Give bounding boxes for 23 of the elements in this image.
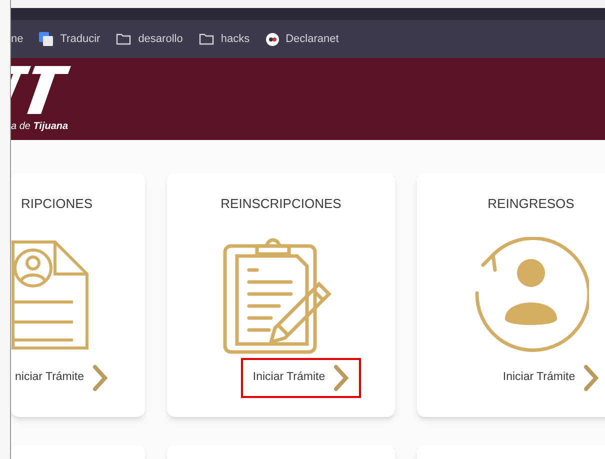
chevron-right-icon — [583, 364, 600, 392]
bookmark-link[interactable]: hacks — [220, 30, 250, 48]
bookmark-link[interactable]: ne — [11, 30, 24, 48]
start-button[interactable]: niciar Trámite — [11, 358, 120, 398]
start-button[interactable]: Iniciar Trámite — [240, 358, 362, 398]
card-title: REINSCRIPCIONES — [220, 195, 342, 213]
site-icon — [266, 32, 279, 46]
bookmark-link[interactable]: desarollo — [138, 30, 183, 48]
chevron-right-icon — [92, 364, 108, 392]
bookmark-link[interactable]: Declaranet — [286, 30, 339, 48]
start-button[interactable]: Iniciar Trámite — [490, 358, 605, 398]
refresh-person-icon — [473, 236, 589, 352]
bookmark-link[interactable]: Traducir — [60, 30, 100, 48]
card-title: REINGRESOS — [488, 195, 574, 213]
address-bar[interactable] — [11, 8, 605, 20]
document-person-icon — [11, 240, 91, 350]
folder-icon — [116, 33, 132, 45]
translate-icon — [39, 32, 54, 46]
folder-icon — [198, 33, 214, 45]
logo-icon — [11, 66, 73, 116]
chevron-right-icon — [333, 364, 350, 392]
logo-text: a de Tijuana — [11, 120, 68, 134]
card-title: RIPCIONES — [21, 195, 93, 213]
